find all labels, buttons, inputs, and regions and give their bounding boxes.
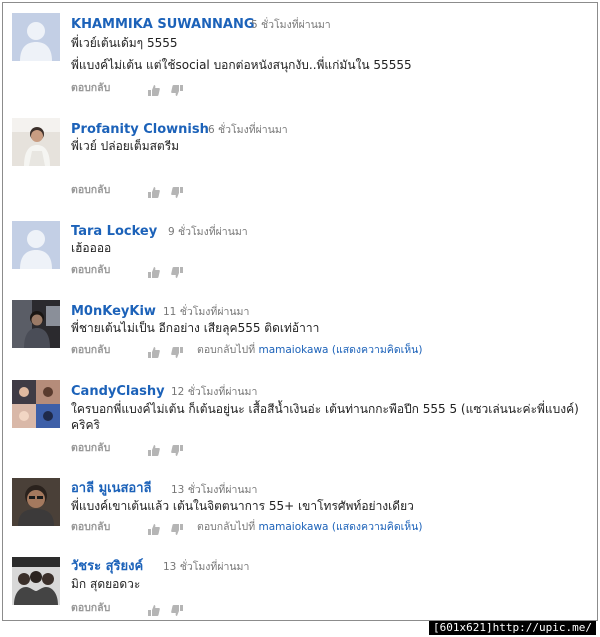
reply-button[interactable]: ตอบกลับ [71, 343, 110, 357]
thumbs-up-icon[interactable] [147, 184, 160, 198]
comment-text: พี่แบงค์เขาเต้นแล้ว เต้นในจิตตนาการ 55+ … [71, 498, 586, 514]
thumbs-up-icon[interactable] [147, 82, 160, 96]
show-comment-link[interactable]: (แสดงความคิดเห็น) [332, 344, 423, 356]
thumbs-down-icon[interactable] [171, 344, 184, 358]
thumbs-down-icon[interactable] [171, 442, 184, 456]
comment-timestamp: 9 ชั่วโมงที่ผ่านมา [168, 226, 248, 238]
comment-timestamp: 13 ชั่วโมงที่ผ่านมา [171, 484, 258, 496]
comment-text: เฮ้ออออ [71, 240, 586, 256]
reply-to-user-link[interactable]: mamaiokawa [258, 344, 328, 356]
default-avatar[interactable] [12, 221, 60, 269]
default-avatar[interactable] [12, 13, 60, 61]
thumbs-up-icon[interactable] [147, 442, 160, 456]
thumbs-up-icon[interactable] [147, 264, 160, 278]
reply-to-prefix: ตอบกลับไปที่ [197, 521, 256, 533]
comment-text-line: พี่เวย์ ปล่อยเต็มสตรีม [71, 139, 180, 153]
comment-text: พี่เวย์ ปล่อยเต็มสตรีม [71, 138, 586, 154]
thumbs-up-icon[interactable] [147, 344, 160, 358]
reply-button[interactable]: ตอบกลับ [71, 441, 110, 455]
comment-username[interactable]: อาลี มูเนสอาลี [71, 481, 152, 497]
thumbs-up-icon[interactable] [147, 521, 160, 535]
reply-button[interactable]: ตอบกลับ [71, 183, 110, 197]
comment-text-line: พี่แบงค์ไม่เต้น แต่ใช้social บอกต่อหนังส… [71, 58, 412, 72]
comment-text-line: พี่เวย์เต้นเด้มๆ 5555 [71, 36, 178, 50]
photo-avatar[interactable] [12, 380, 60, 428]
comment-timestamp: 13 ชั่วโมงที่ผ่านมา [163, 561, 250, 573]
reply-to-user-link[interactable]: mamaiokawa [258, 521, 328, 533]
thumbs-down-icon[interactable] [171, 521, 184, 535]
comment-text: พี่เวย์เต้นเด้มๆ 5555 พี่แบงค์ไม่เต้น แต… [71, 35, 586, 73]
comments-frame: KHAMMIKA SUWANNANG 5 ชั่วโมงที่ผ่านมา พี… [2, 2, 598, 621]
reply-button[interactable]: ตอบกลับ [71, 601, 110, 615]
thumbs-down-icon[interactable] [171, 184, 184, 198]
reply-button[interactable]: ตอบกลับ [71, 81, 110, 95]
comment-timestamp: 12 ชั่วโมงที่ผ่านมา [171, 386, 258, 398]
comment-text: ใครบอกพี่แบงค์ไม่เต้น ก็เต้นอยู่นะ เสื้อ… [71, 401, 586, 433]
comment-timestamp: 5 ชั่วโมงที่ผ่านมา [251, 19, 331, 31]
thumbs-up-icon[interactable] [147, 602, 160, 616]
comment-username[interactable]: Tara Lockey [71, 224, 157, 240]
watermark: [601x621]http://upic.me/ [429, 621, 596, 635]
reply-to-info: ตอบกลับไปที่ mamaiokawa (แสดงความคิดเห็น… [197, 520, 422, 534]
comment-username[interactable]: Profanity Clownish [71, 122, 209, 138]
comment-username[interactable]: M0nKeyKiw [71, 304, 156, 320]
comment-timestamp: 11 ชั่วโมงที่ผ่านมา [163, 306, 250, 318]
comment-text-line: เฮ้ออออ [71, 241, 112, 255]
comment-username[interactable]: KHAMMIKA SUWANNANG [71, 17, 255, 33]
photo-avatar[interactable] [12, 118, 60, 166]
reply-button[interactable]: ตอบกลับ [71, 520, 110, 534]
comment-text: พี่ชายเต้นไม่เป็น อีกอย่าง เสียลุค555 ติ… [71, 320, 586, 336]
comment-text-line: ใครบอกพี่แบงค์ไม่เต้น ก็เต้นอยู่นะ เสื้อ… [71, 402, 579, 416]
show-comment-link[interactable]: (แสดงความคิดเห็น) [332, 521, 423, 533]
comment-text-line: มิก สุดยอดวะ [71, 577, 141, 591]
comment-text-line: พี่ชายเต้นไม่เป็น อีกอย่าง เสียลุค555 ติ… [71, 321, 320, 335]
thumbs-down-icon[interactable] [171, 602, 184, 616]
thumbs-down-icon[interactable] [171, 82, 184, 96]
photo-avatar[interactable] [12, 478, 60, 526]
reply-to-prefix: ตอบกลับไปที่ [197, 344, 256, 356]
comment-text-line: คริคริ [71, 418, 100, 432]
thumbs-down-icon[interactable] [171, 264, 184, 278]
comment-username[interactable]: CandyClashy [71, 384, 165, 400]
reply-button[interactable]: ตอบกลับ [71, 263, 110, 277]
comment-username[interactable]: วัชระ สุริยงค์ [71, 559, 143, 575]
reply-to-info: ตอบกลับไปที่ mamaiokawa (แสดงความคิดเห็น… [197, 343, 422, 357]
photo-avatar[interactable] [12, 557, 60, 605]
comment-text: มิก สุดยอดวะ [71, 576, 586, 592]
comment-timestamp: 6 ชั่วโมงที่ผ่านมา [208, 124, 288, 136]
comment-text-line: พี่แบงค์เขาเต้นแล้ว เต้นในจิตตนาการ 55+ … [71, 499, 414, 513]
photo-avatar[interactable] [12, 300, 60, 348]
